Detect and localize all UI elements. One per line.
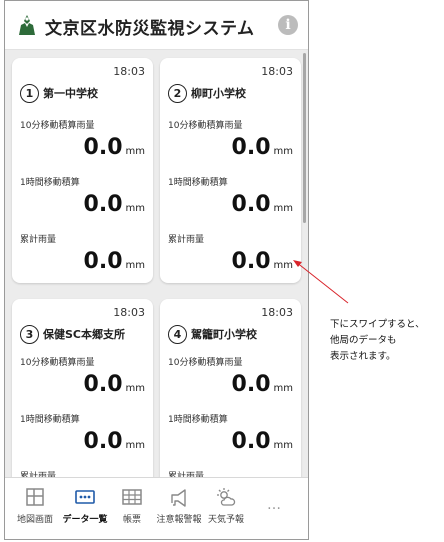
metric-value: 0.0 — [231, 372, 271, 397]
phone-screen: 文京区水防災監視システム i 18:03 1 第一中学校 10分移動積算雨量 0… — [4, 0, 309, 540]
metric-label: 1時間移動積算 — [20, 178, 80, 188]
metric-1hour-rain: 1時間移動積算 0.0 mm — [12, 175, 153, 235]
app-title: 文京区水防災監視システム — [45, 19, 255, 39]
station-heading: 1 第一中学校 — [20, 82, 98, 104]
metric-10min-rain: 10分移動積算雨量 0.0 mm — [12, 355, 153, 415]
metric-cumulative-rain: 累計雨量 — [12, 469, 153, 477]
metric-unit: mm — [273, 203, 293, 214]
info-icon: i — [285, 17, 291, 33]
station-number-badge: 2 — [168, 83, 187, 103]
metric-1hour-rain: 1時間移動積算 0.0 mm — [160, 412, 301, 472]
metric-label: 累計雨量 — [20, 472, 57, 477]
metric-value: 0.0 — [83, 135, 123, 160]
warning-icon — [171, 489, 186, 507]
metric-label: 10分移動積算雨量 — [20, 358, 95, 368]
metric-10min-rain: 10分移動積算雨量 0.0 mm — [12, 118, 153, 178]
metric-unit: mm — [125, 440, 145, 451]
tab-weather[interactable]: 天気予報 — [202, 486, 250, 536]
station-number-badge: 4 — [168, 324, 187, 344]
tab-map[interactable]: 地図画面 — [11, 486, 59, 536]
metric-unit: mm — [273, 440, 293, 451]
metric-value: 0.0 — [231, 429, 271, 454]
metric-value: 0.0 — [83, 192, 123, 217]
annotation-line: 他局のデータも — [330, 335, 397, 346]
tab-label: 地図画面 — [16, 515, 53, 525]
metric-unit: mm — [125, 383, 145, 394]
metric-value: 0.0 — [83, 429, 123, 454]
station-card[interactable]: 18:03 4 駕籠町小学校 10分移動積算雨量 0.0 mm 1時間移動積算 0… — [160, 299, 301, 477]
metric-label: 1時間移動積算 — [168, 178, 228, 188]
metric-unit: mm — [273, 383, 293, 394]
station-card-grid[interactable]: 18:03 1 第一中学校 10分移動積算雨量 0.0 mm 1時間移動積算 0.… — [5, 50, 308, 477]
tab-label: 帳票 — [122, 515, 141, 525]
update-time: 18:03 — [261, 306, 293, 319]
metric-value: 0.0 — [231, 249, 271, 274]
tab-warnings[interactable]: 注意報警報 — [155, 486, 203, 536]
metric-label: 累計雨量 — [20, 235, 57, 245]
metric-label: 10分移動積算雨量 — [20, 121, 95, 131]
update-time: 18:03 — [113, 306, 145, 319]
tab-label: 注意報警報 — [156, 515, 202, 525]
metric-unit: mm — [125, 203, 145, 214]
station-heading: 2 柳町小学校 — [168, 82, 246, 104]
metric-10min-rain: 10分移動積算雨量 0.0 mm — [160, 355, 301, 415]
data-list-icon — [75, 490, 95, 504]
station-name: 第一中学校 — [43, 87, 98, 100]
annotation-line: 表示されます。 — [330, 351, 396, 362]
metric-value: 0.0 — [83, 372, 123, 397]
info-button[interactable]: i — [278, 15, 298, 35]
tab-data-list[interactable]: データ一覧 — [61, 486, 109, 536]
annotation-line: 下にスワイプすると、 — [330, 319, 425, 330]
metric-label: 1時間移動積算 — [20, 415, 80, 425]
metric-label: 10分移動積算雨量 — [168, 358, 243, 368]
station-name: 柳町小学校 — [191, 87, 246, 100]
metric-unit: mm — [273, 260, 293, 271]
bottom-tab-bar: 地図画面 データ一覧 帳票 注意報警報 天気予報 … — [5, 477, 308, 539]
weather-icon — [217, 488, 236, 506]
metric-label: 1時間移動積算 — [168, 415, 228, 425]
tab-label: 天気予報 — [207, 515, 244, 525]
metric-unit: mm — [125, 146, 145, 157]
station-heading: 3 保健SC本郷支所 — [20, 323, 125, 345]
metric-cumulative-rain: 累計雨量 0.0 mm — [160, 232, 301, 292]
update-time: 18:03 — [113, 65, 145, 78]
scrollbar[interactable] — [303, 53, 306, 223]
report-icon — [122, 489, 142, 505]
station-card[interactable]: 18:03 3 保健SC本郷支所 10分移動積算雨量 0.0 mm 1時間移動積算… — [12, 299, 153, 477]
metric-cumulative-rain: 累計雨量 0.0 mm — [12, 232, 153, 292]
metric-value: 0.0 — [231, 192, 271, 217]
station-number-badge: 1 — [20, 83, 39, 103]
station-heading: 4 駕籠町小学校 — [168, 323, 257, 345]
station-card[interactable]: 18:03 1 第一中学校 10分移動積算雨量 0.0 mm 1時間移動積算 0.… — [12, 58, 153, 283]
metric-value: 0.0 — [83, 249, 123, 274]
metric-1hour-rain: 1時間移動積算 0.0 mm — [160, 175, 301, 235]
station-name: 駕籠町小学校 — [191, 328, 257, 341]
metric-label: 累計雨量 — [168, 235, 205, 245]
more-button[interactable]: … — [267, 497, 282, 513]
metric-1hour-rain: 1時間移動積算 0.0 mm — [12, 412, 153, 472]
station-number-badge: 3 — [20, 324, 39, 344]
map-icon — [26, 488, 44, 506]
metric-cumulative-rain: 累計雨量 — [160, 469, 301, 477]
metric-unit: mm — [125, 260, 145, 271]
metric-unit: mm — [273, 146, 293, 157]
station-name: 保健SC本郷支所 — [43, 328, 125, 341]
station-card[interactable]: 18:03 2 柳町小学校 10分移動積算雨量 0.0 mm 1時間移動積算 0.… — [160, 58, 301, 283]
annotation-note: 下にスワイプすると、 他局のデータも 表示されます。 — [330, 317, 442, 365]
tab-report[interactable]: 帳票 — [108, 486, 156, 536]
metric-label: 10分移動積算雨量 — [168, 121, 243, 131]
metric-10min-rain: 10分移動積算雨量 0.0 mm — [160, 118, 301, 178]
update-time: 18:03 — [261, 65, 293, 78]
tab-label: データ一覧 — [62, 515, 108, 525]
bunkyo-logo-icon — [19, 15, 35, 35]
metric-value: 0.0 — [231, 135, 271, 160]
metric-label: 累計雨量 — [168, 472, 205, 477]
app-header: 文京区水防災監視システム i — [5, 1, 308, 50]
